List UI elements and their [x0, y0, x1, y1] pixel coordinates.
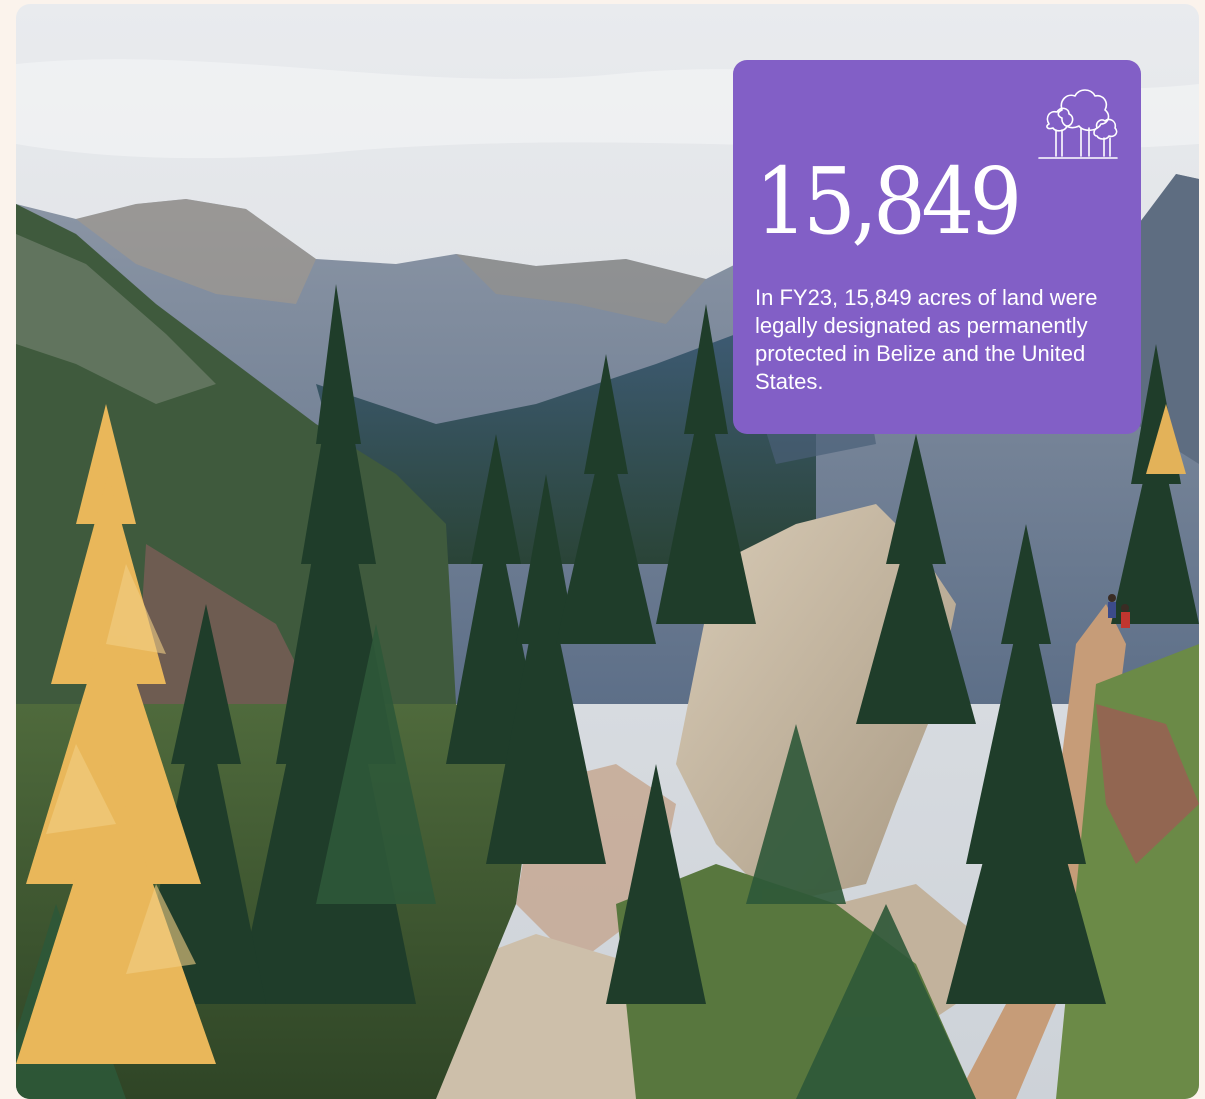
- stat-card: 15,849 In FY23, 15,849 acres of land wer…: [733, 60, 1141, 434]
- stat-description: In FY23, 15,849 acres of land were legal…: [755, 285, 1098, 394]
- stat-number: 15,849: [755, 148, 1022, 255]
- trees-icon: [1038, 89, 1118, 159]
